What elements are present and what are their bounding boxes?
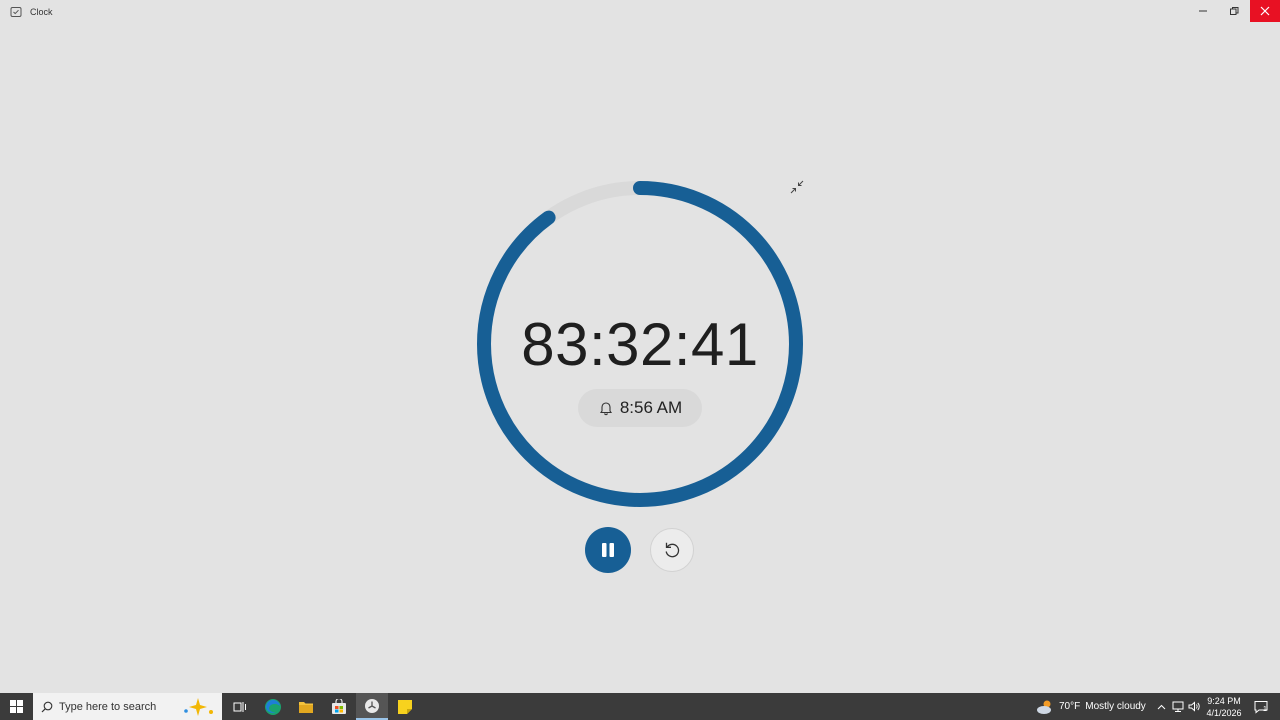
search-highlight-icon: [184, 698, 213, 716]
start-button[interactable]: [0, 693, 32, 720]
window-title: Clock: [30, 7, 53, 17]
search-icon: [41, 701, 53, 712]
store-icon: [332, 698, 346, 714]
taskbar-date: 4/1/2026: [1206, 708, 1242, 718]
restore-icon: [1230, 7, 1239, 15]
show-hidden-icons-button[interactable]: [1154, 693, 1168, 720]
edge-icon: [265, 698, 281, 715]
bell-icon: [599, 402, 612, 416]
volume-button[interactable]: [1186, 693, 1202, 720]
chevron-up-icon: [1157, 704, 1165, 709]
title-bar: Clock: [0, 0, 1280, 24]
taskbar-sticky-notes[interactable]: [389, 693, 421, 720]
timer-end-time: 8:56 AM: [578, 389, 702, 427]
file-explorer-icon: [299, 701, 313, 713]
action-center-button[interactable]: 1: [1250, 693, 1272, 720]
volume-icon: [1188, 701, 1200, 712]
task-view-icon: [233, 701, 246, 712]
weather-temperature: 70°F: [1059, 701, 1081, 712]
reset-button[interactable]: [650, 528, 694, 572]
weather-widget[interactable]: 70°F Mostly cloudy: [1036, 693, 1146, 720]
task-view-button[interactable]: [224, 693, 256, 720]
pause-button[interactable]: [585, 527, 631, 573]
timer-remaining-time: 83:32:41: [521, 311, 759, 378]
weather-description: Mostly cloudy: [1085, 701, 1146, 712]
taskbar: Type here to search 70°F Mostly cloudy 9…: [0, 693, 1280, 720]
taskbar-file-explorer[interactable]: [290, 693, 322, 720]
taskbar-clock-button[interactable]: 9:24 PM 4/1/2026: [1204, 695, 1244, 719]
taskbar-store[interactable]: [323, 693, 355, 720]
pause-icon: [602, 543, 614, 557]
mostly-cloudy-icon: [1037, 700, 1051, 714]
taskbar-search-box[interactable]: Type here to search: [33, 693, 222, 720]
sticky-notes-icon: [398, 699, 412, 714]
network-button[interactable]: [1170, 693, 1186, 720]
taskbar-clock[interactable]: [356, 693, 388, 720]
close-icon: [1260, 6, 1270, 16]
minimize-icon: [1199, 10, 1207, 12]
alarm-time-label: 8:56 AM: [619, 398, 683, 417]
network-icon: [1172, 701, 1184, 712]
reset-icon: [665, 542, 680, 558]
restore-button[interactable]: [1218, 0, 1250, 22]
search-placeholder: Type here to search: [59, 700, 157, 713]
clock-app-icon: [10, 7, 22, 17]
windows-start-icon: [9, 700, 23, 713]
taskbar-time: 9:24 PM: [1207, 696, 1241, 706]
clock-app-icon: [365, 698, 379, 713]
taskbar-edge[interactable]: [257, 693, 289, 720]
notification-count: 1: [1263, 706, 1267, 713]
close-button[interactable]: [1250, 0, 1280, 22]
minimize-button[interactable]: [1187, 0, 1219, 22]
